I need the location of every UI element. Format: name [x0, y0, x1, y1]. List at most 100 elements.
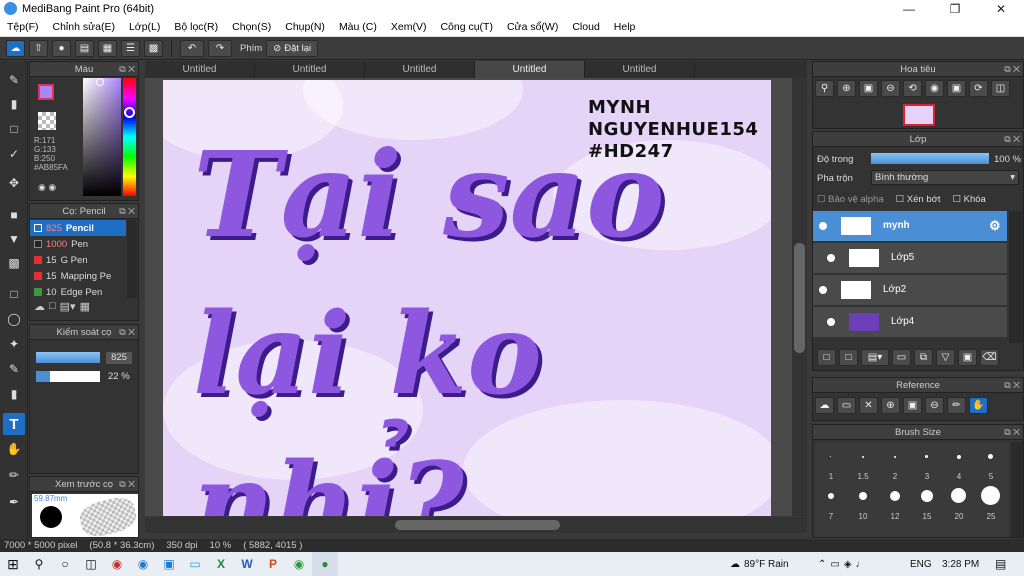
task-view-icon[interactable]: ◫	[78, 552, 104, 576]
cloud-icon[interactable]: ☁	[6, 39, 25, 57]
menu-edit[interactable]: Chỉnh sửa(E)	[46, 21, 122, 33]
new-brush-icon[interactable]: □	[49, 300, 56, 313]
hand-tool-icon[interactable]: ✋	[3, 438, 25, 460]
zoom-in-icon[interactable]: ⊕	[881, 397, 900, 414]
select-eraser-icon[interactable]: ▮	[3, 383, 25, 405]
grid-icon[interactable]: ▦	[98, 39, 117, 57]
menu-color[interactable]: Màu (C)	[332, 21, 384, 33]
brush-item-gpen[interactable]: 15 G Pen	[30, 252, 126, 268]
menu-snap[interactable]: Chụp(N)	[278, 21, 332, 33]
brush-list-scrollbar[interactable]	[127, 220, 137, 298]
transparent-swatch[interactable]	[38, 112, 56, 130]
lasso-icon[interactable]: ◯	[3, 308, 25, 330]
tray-icons[interactable]: ⌃▭◈♩	[818, 559, 870, 570]
edge-icon[interactable]: ◉	[130, 552, 156, 576]
menu-select[interactable]: Chọn(S)	[225, 21, 278, 33]
alpha-protect-checkbox[interactable]: ☐ Bảo vệ alpha	[817, 194, 884, 205]
pen-icon[interactable]: ✒	[3, 491, 25, 513]
panel-close-icon[interactable]: ⧉ ✕	[119, 204, 135, 219]
layer-row-lop2[interactable]: Lớp2	[813, 275, 1007, 306]
brush-size-cell[interactable]: 25	[975, 486, 1007, 530]
saturation-field[interactable]	[83, 78, 121, 196]
gear-icon[interactable]: ⚙	[989, 218, 1001, 234]
panel-close-icon[interactable]: ⧉ ✕	[1004, 425, 1020, 440]
hue-cursor[interactable]	[124, 107, 135, 118]
gradient-icon[interactable]: ▩	[3, 252, 25, 274]
reset-rotate-icon[interactable]: ◉	[925, 80, 944, 97]
list-icon[interactable]: ☰	[121, 39, 140, 57]
panel-close-icon[interactable]: ⧉ ✕	[1004, 62, 1020, 77]
app-icon-1[interactable]: ◉	[104, 552, 130, 576]
tab-untitled-1[interactable]: Untitled	[145, 61, 255, 78]
medibang-taskbar-icon[interactable]: ●	[312, 552, 338, 576]
add-layer-menu-icon[interactable]: ▤▾	[861, 349, 889, 366]
notifications-icon[interactable]: ▤	[995, 557, 1006, 571]
brush-size-scrollbar[interactable]	[1011, 442, 1023, 537]
primary-color-swatch[interactable]	[38, 84, 54, 100]
tab-untitled-2[interactable]: Untitled	[255, 61, 365, 78]
layout-icon[interactable]: ▩	[144, 39, 163, 57]
brush-item-edge[interactable]: 10 Edge Pen	[30, 284, 126, 298]
panel-close-icon[interactable]: ⧉ ✕	[1004, 132, 1020, 147]
cortana-icon[interactable]: ○	[52, 552, 78, 576]
color-picker-cursor[interactable]	[96, 78, 104, 86]
menu-layer[interactable]: Lớp(L)	[122, 21, 167, 33]
select-icon[interactable]: □	[3, 283, 25, 305]
minimize-icon[interactable]: —	[886, 0, 932, 18]
artwork-canvas[interactable]: MYNH NGUYENHUE154 #HD247 Tại sao lại ko …	[163, 80, 771, 516]
monitor-icon[interactable]: ▭	[182, 552, 208, 576]
input-language[interactable]: ENG	[910, 559, 932, 570]
brush-settings-icon[interactable]: ▦	[80, 300, 90, 313]
brush-opacity-slider[interactable]	[36, 371, 100, 382]
brush-item-mapping[interactable]: 15 Mapping Pe	[30, 268, 126, 284]
hue-slider[interactable]	[123, 78, 136, 196]
zoom-in-icon[interactable]: ⊕	[837, 80, 856, 97]
rect-select-icon[interactable]: □	[3, 118, 25, 140]
bucket-icon[interactable]: ▼	[3, 228, 25, 250]
brush-size-cell[interactable]: 5	[975, 442, 1007, 486]
menu-help[interactable]: Help	[607, 21, 643, 33]
word-icon[interactable]: W	[234, 552, 260, 576]
brush-item-pencil[interactable]: 825 Pencil	[30, 220, 126, 236]
brush-tool-icon[interactable]: ✎	[3, 69, 25, 91]
magic-wand-icon[interactable]: ✦	[3, 333, 25, 355]
actual-size-icon[interactable]: ▣	[859, 80, 878, 97]
fill-rect-icon[interactable]: ■	[3, 204, 25, 226]
flip-icon[interactable]: ◫	[991, 80, 1010, 97]
weather-widget[interactable]: ☁ 89°F Rain	[730, 559, 789, 570]
brush-size-cell[interactable]: 2	[879, 442, 911, 486]
select-pen-icon[interactable]: ✎	[3, 358, 25, 380]
fit-window-icon[interactable]: ▣	[947, 80, 966, 97]
visibility-eye-icon[interactable]	[827, 318, 835, 326]
rotate-right-icon[interactable]: ⟳	[969, 80, 988, 97]
close-icon[interactable]: ✕	[978, 0, 1024, 18]
canvas-horizontal-scrollbar[interactable]	[145, 517, 807, 533]
panel-close-icon[interactable]: ⧉ ✕	[119, 62, 135, 77]
undo-icon[interactable]: ↶	[180, 39, 204, 57]
panel-close-icon[interactable]: ⧉ ✕	[119, 477, 135, 492]
brush-size-value[interactable]: 825	[106, 352, 132, 364]
lock-checkbox[interactable]: ☐ Khóa	[952, 194, 985, 205]
chrome-icon[interactable]: ◉	[286, 552, 312, 576]
brush-item-pen[interactable]: 1000 Pen	[30, 236, 126, 252]
trash-icon[interactable]: ⌫	[980, 349, 999, 366]
panel-close-icon[interactable]: ⧉ ✕	[119, 325, 135, 340]
folder-icon[interactable]: ▭	[892, 349, 911, 366]
visibility-eye-icon[interactable]	[819, 222, 827, 230]
cloud-icon[interactable]: ☁	[815, 397, 834, 414]
menu-cloud[interactable]: Cloud	[565, 21, 606, 33]
redo-icon[interactable]: ↷	[208, 39, 232, 57]
layer-row-lop5[interactable]: Lớp5	[813, 243, 1007, 274]
scroll-thumb[interactable]	[395, 520, 560, 530]
new-layer-2-icon[interactable]: □	[839, 349, 858, 366]
close-icon[interactable]: ✕	[859, 397, 878, 414]
menu-filter[interactable]: Bộ lọc(R)	[167, 21, 225, 33]
excel-icon[interactable]: X	[208, 552, 234, 576]
brush-size-cell[interactable]: 10	[847, 486, 879, 530]
eyedropper-icon[interactable]: ✏	[3, 464, 25, 486]
fit-icon[interactable]: ▣	[903, 397, 922, 414]
duplicate-layer-icon[interactable]: ⧉	[914, 349, 933, 366]
add-brush-icon[interactable]: ▤▾	[60, 300, 76, 313]
windows-start-icon[interactable]: ⊞	[0, 552, 26, 576]
tab-untitled-5[interactable]: Untitled	[585, 61, 695, 78]
